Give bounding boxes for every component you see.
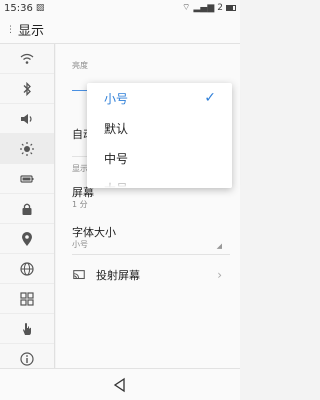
location-icon xyxy=(22,231,32,246)
sidebar-item-apps[interactable] xyxy=(0,284,54,314)
image-notification-icon: ▨ xyxy=(35,2,45,13)
screen-timeout-value: 1 分 xyxy=(72,200,88,209)
globe-icon xyxy=(20,261,34,276)
status-time: 15:36 xyxy=(4,2,33,14)
signal-icon: ▂▄▆ xyxy=(193,2,215,13)
sidebar-item-bluetooth[interactable] xyxy=(0,74,54,104)
display-section-label: 显示 xyxy=(72,164,88,173)
apps-grid-icon xyxy=(20,291,34,306)
font-size-popup-menu: 小号 ✓ 默认 中号 大号 超大 xyxy=(87,83,232,188)
font-size-option-label: 默认 xyxy=(104,121,129,136)
gesture-hand-icon xyxy=(23,322,31,335)
settings-sidebar xyxy=(0,44,55,374)
checkmark-icon: ✓ xyxy=(204,90,216,106)
sidebar-item-gestures[interactable] xyxy=(0,314,54,344)
brightness-label: 亮度 xyxy=(72,61,88,70)
chevron-right-icon: › xyxy=(217,268,222,282)
wifi-status-icon: ⌔ xyxy=(182,2,191,13)
sidebar-item-location[interactable] xyxy=(0,224,54,254)
font-size-value: 小号 xyxy=(72,240,88,249)
scroll-fade xyxy=(87,174,232,188)
page-title: 显示 xyxy=(18,24,45,39)
sound-icon xyxy=(21,113,32,124)
battery-status-icon xyxy=(226,5,236,11)
font-size-label[interactable]: 字体大小 xyxy=(72,224,116,240)
wifi-icon xyxy=(20,53,34,64)
sidebar-item-wifi[interactable] xyxy=(0,44,54,74)
font-size-option[interactable]: 中号 xyxy=(87,143,232,173)
sidebar-item-security[interactable] xyxy=(0,194,54,224)
signal-text: 2 xyxy=(217,2,223,13)
font-size-option[interactable]: 小号 ✓ xyxy=(87,83,232,113)
sidebar-item-display[interactable] xyxy=(0,134,54,164)
cast-screen-icon xyxy=(73,270,85,280)
navigation-bar xyxy=(0,368,240,400)
sidebar-item-sound[interactable] xyxy=(0,104,54,134)
divider xyxy=(72,254,230,255)
back-icon[interactable] xyxy=(112,377,128,393)
bluetooth-icon xyxy=(23,81,31,96)
font-size-option-label: 小号 xyxy=(104,91,129,106)
font-size-option[interactable]: 默认 xyxy=(87,113,232,143)
font-size-option-label: 中号 xyxy=(104,151,129,166)
drawer-handle-icon[interactable]: ⋮ xyxy=(6,25,15,35)
status-bar: 15:36 ▨ ⌔ ▂▄▆ 2 xyxy=(0,0,240,16)
status-left: 15:36 ▨ xyxy=(4,3,44,14)
sidebar-item-language[interactable] xyxy=(0,254,54,284)
dropdown-corner-icon: ◢ xyxy=(216,242,222,250)
status-right: ⌔ ▂▄▆ 2 xyxy=(182,2,236,13)
info-icon xyxy=(20,351,34,366)
sidebar-item-battery[interactable] xyxy=(0,164,54,194)
cast-screen-label: 投射屏幕 xyxy=(96,269,140,282)
title-bar: ⋮ 显示 xyxy=(0,16,240,44)
cast-screen-row[interactable]: 投射屏幕 › xyxy=(56,260,240,290)
lock-icon xyxy=(22,203,32,215)
battery-icon xyxy=(20,174,34,183)
display-icon xyxy=(20,141,34,156)
